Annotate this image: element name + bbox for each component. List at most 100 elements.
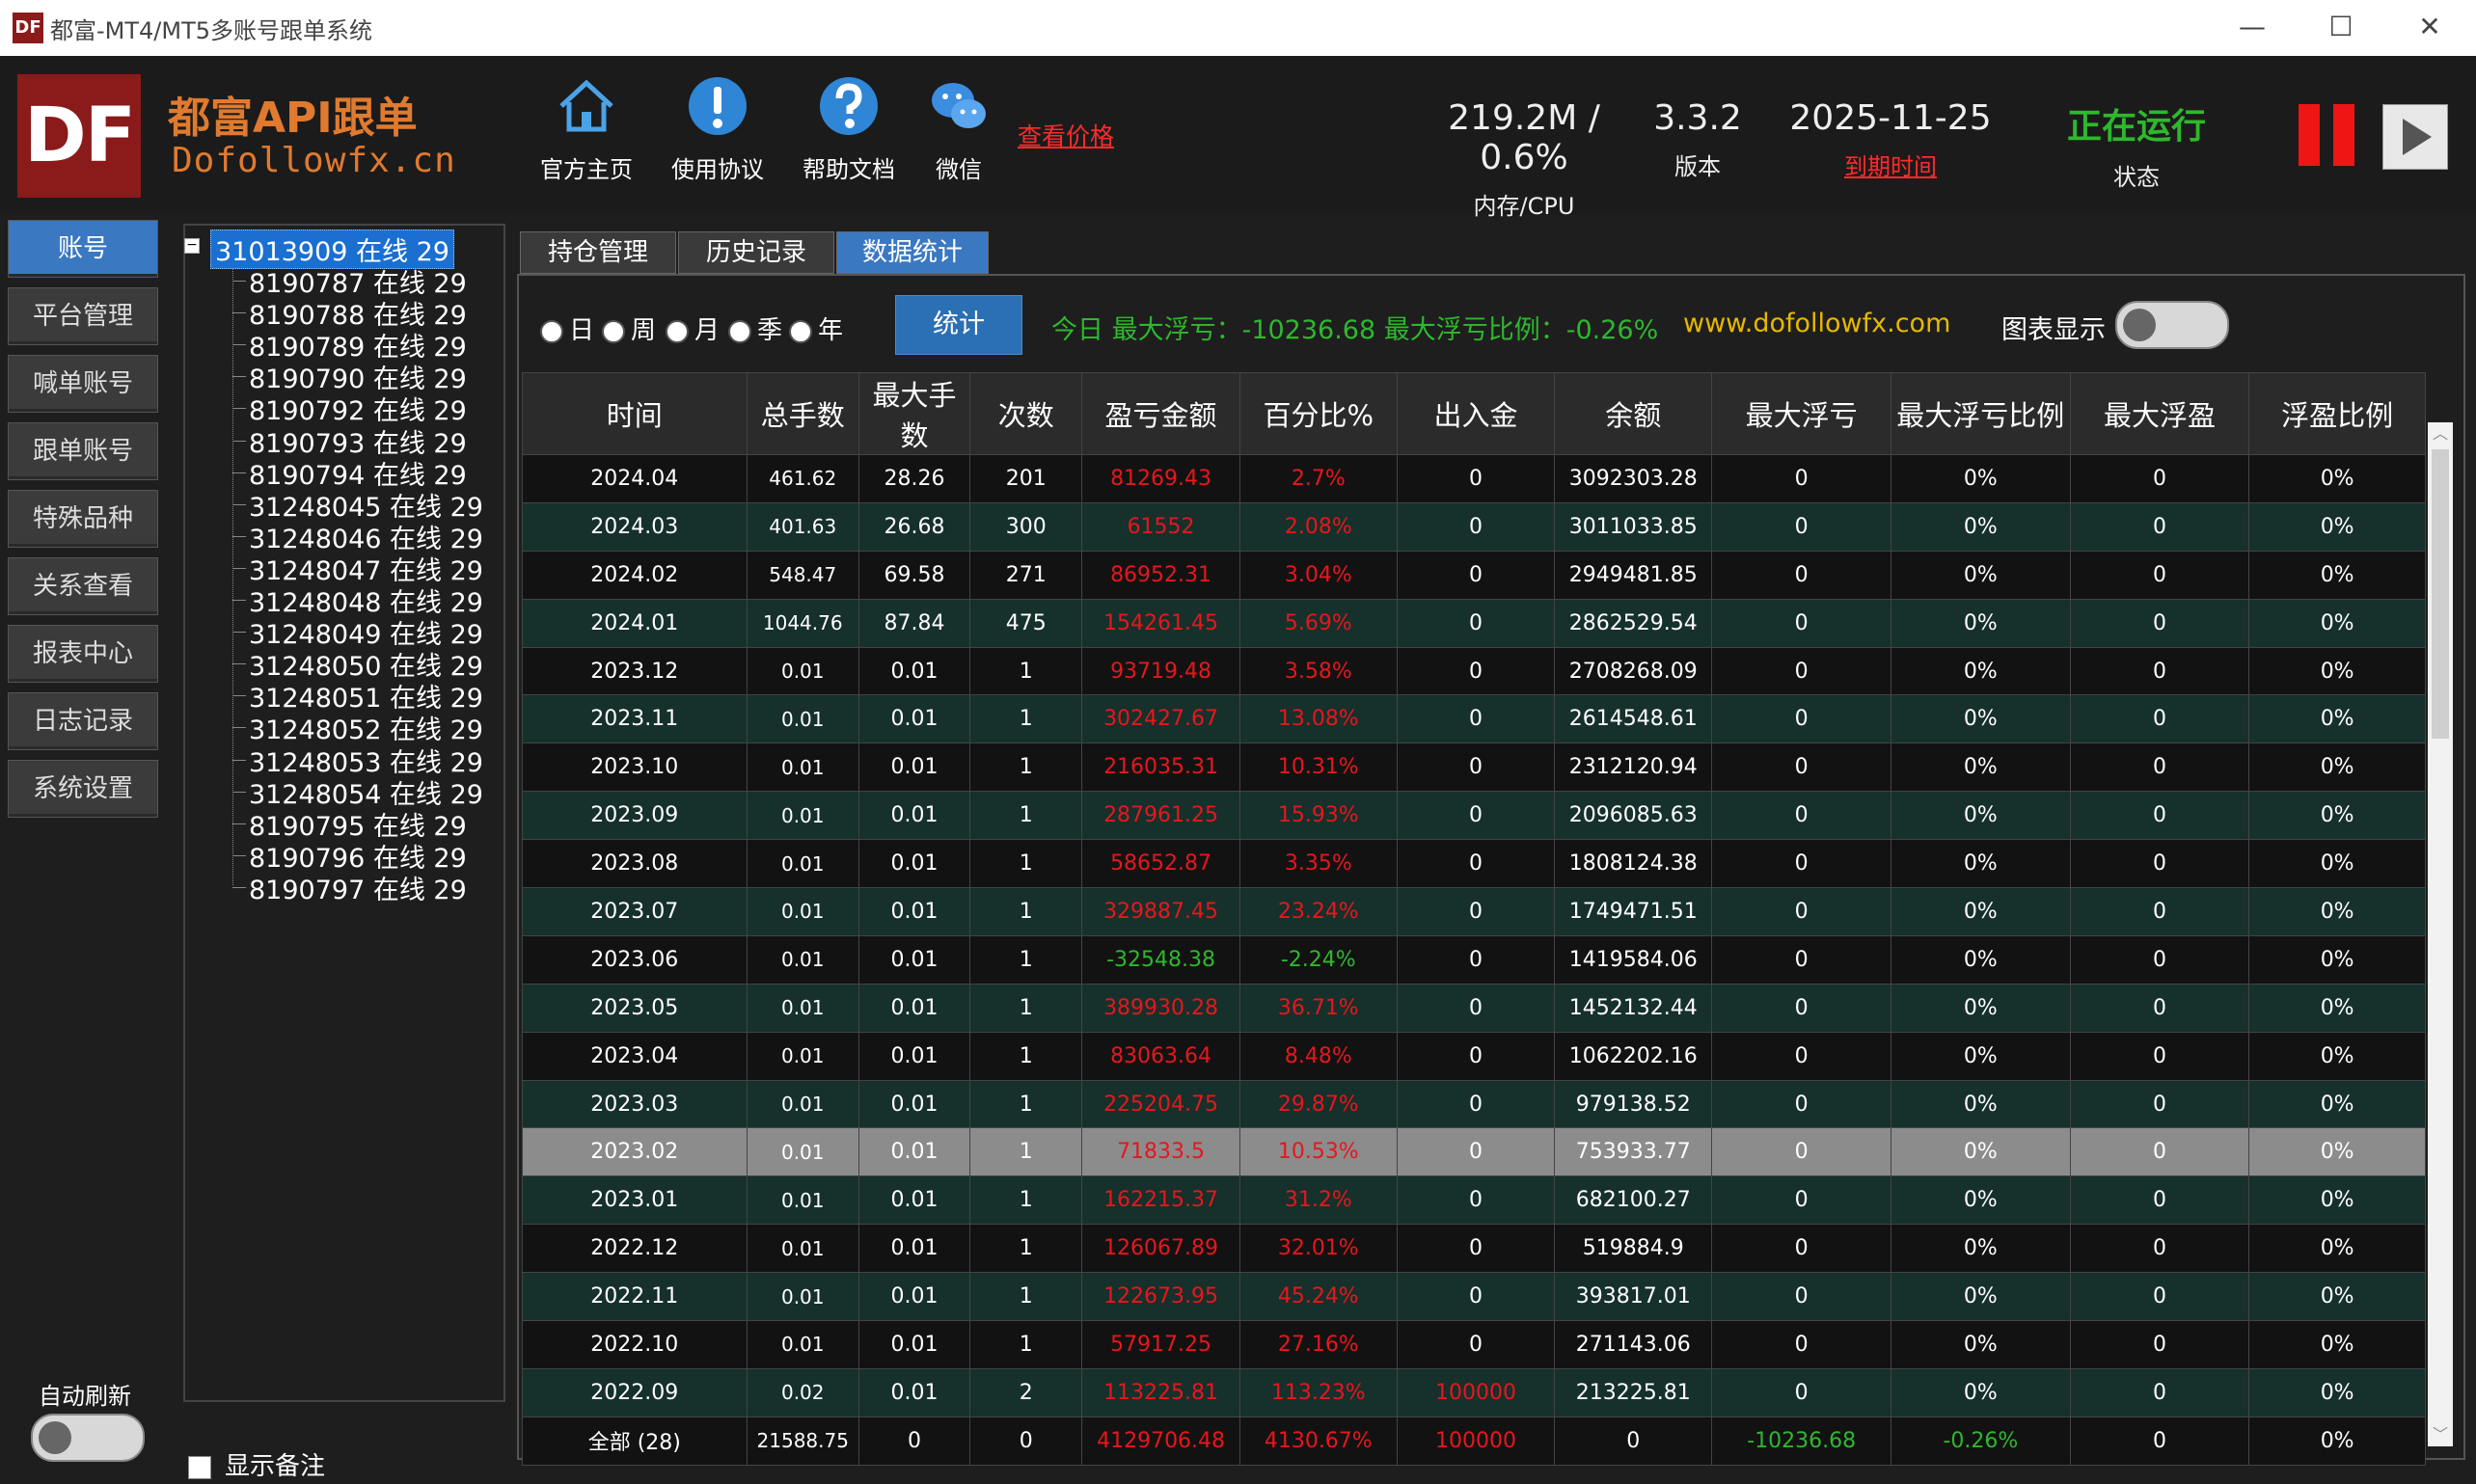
chart-display-label: 图表显示 (2001, 315, 2106, 345)
cell-profit: 329887.45 (1081, 887, 1240, 936)
minimize-button[interactable]: — (2228, 8, 2276, 46)
table-row[interactable]: 2022.10 0.01 0.01 1 57917.25 27.16% 0 271143.06… (522, 1320, 2426, 1369)
table-row[interactable]: 2024.01 1044.76 87.84 475 154261.45 5.69% 0 286… (522, 598, 2426, 648)
sidebar-item-logs[interactable]: 日志记录 (8, 692, 158, 750)
cell-time: 2023.09 (522, 791, 748, 841)
cell-total-lots: 0.01 (746, 742, 859, 793)
scroll-down-icon[interactable]: ﹀ (2428, 1423, 2453, 1446)
statistics-button[interactable]: 统计 (895, 295, 1022, 355)
cell-max-lots: 0.01 (857, 983, 971, 1033)
cell-percent: -2.24% (1238, 934, 1398, 985)
sidebar-item-settings[interactable]: 系统设置 (8, 760, 158, 818)
table-row[interactable]: 2023.03 0.01 0.01 1 225204.75 29.87% 0 979138.5… (522, 1079, 2426, 1129)
table-row[interactable]: 全部 (28) 21588.75 0 0 4129706.48 4130.67% 10000… (522, 1416, 2426, 1466)
cell-max-float-loss-ratio: 0% (1890, 1127, 2071, 1177)
cell-percent: 2.7% (1238, 454, 1398, 503)
column-header-deposit[interactable]: 出入金 (1396, 372, 1556, 455)
scrollbar-thumb[interactable] (2432, 449, 2449, 739)
column-header-balance[interactable]: 余额 (1554, 372, 1713, 455)
column-header-profit[interactable]: 盈亏金额 (1081, 372, 1240, 455)
expire-label[interactable]: 到期时间 (1775, 148, 2006, 181)
period-radio-week[interactable]: 周 (602, 310, 656, 346)
sidebar-item-special-symbols[interactable]: 特殊品种 (8, 490, 158, 548)
table-row[interactable]: 2024.04 461.62 28.26 201 81269.43 2.7% 0 309230… (522, 454, 2426, 503)
home-button[interactable]: 官方主页 (529, 75, 644, 184)
table-row[interactable]: 2023.09 0.01 0.01 1 287961.25 15.93% 0 2096085.… (522, 791, 2426, 841)
cell-max-float-loss: 0 (1711, 1367, 1891, 1417)
table-row[interactable]: 2023.05 0.01 0.01 1 389930.28 36.71% 0 1452132.… (522, 983, 2426, 1033)
cell-profit: 86952.31 (1081, 550, 1240, 600)
column-header-float-profit-ratio[interactable]: 浮盈比例 (2248, 372, 2426, 455)
cell-max-float-loss: 0 (1711, 983, 1891, 1033)
cell-max-float-profit: 0 (2069, 598, 2250, 648)
cell-float-profit-ratio: 0% (2248, 1031, 2426, 1081)
cell-profit: 83063.64 (1081, 1031, 1240, 1081)
cell-balance: 1452132.44 (1554, 983, 1713, 1033)
chart-display-toggle[interactable] (2115, 301, 2229, 349)
column-header-max-lots[interactable]: 最大手数 (857, 372, 971, 455)
cell-profit: 162215.37 (1081, 1175, 1240, 1226)
column-header-max-float-loss[interactable]: 最大浮亏 (1711, 372, 1891, 455)
table-row[interactable]: 2023.11 0.01 0.01 1 302427.67 13.08% 0 2614548.… (522, 694, 2426, 744)
column-header-time[interactable]: 时间 (522, 372, 748, 455)
column-header-max-float-loss-ratio[interactable]: 最大浮亏比例 (1890, 372, 2071, 455)
table-row[interactable]: 2022.12 0.01 0.01 1 126067.89 32.01% 0 519884.9… (522, 1224, 2426, 1274)
table-row[interactable]: 2023.04 0.01 0.01 1 83063.64 8.48% 0 1062202.16… (522, 1031, 2426, 1081)
sidebar-item-account[interactable]: 账号 (8, 220, 158, 278)
period-radio-quarter[interactable]: 季 (728, 310, 782, 346)
sidebar-item-follower-accounts[interactable]: 跟单账号 (8, 422, 158, 480)
maximize-button[interactable]: ☐ (2317, 8, 2365, 46)
sidebar-item-reports[interactable]: 报表中心 (8, 625, 158, 683)
cell-max-lots: 0.01 (857, 1031, 971, 1081)
close-button[interactable]: ✕ (2406, 8, 2454, 46)
period-radio-month[interactable]: 月 (666, 310, 720, 346)
show-remark-checkbox[interactable]: 显示备注 (188, 1446, 325, 1482)
view-price-link[interactable]: 查看价格 (1018, 118, 1114, 152)
table-row[interactable]: 2022.09 0.02 0.01 2 113225.81 113.23% 100000 21… (522, 1367, 2426, 1417)
period-radio-day[interactable]: 日 (540, 310, 594, 346)
auto-refresh-toggle[interactable] (31, 1414, 145, 1462)
table-row[interactable]: 2023.01 0.01 0.01 1 162215.37 31.2% 0 682100.27… (522, 1175, 2426, 1226)
cell-float-profit-ratio: 0% (2248, 694, 2426, 744)
cell-time: 2022.10 (522, 1320, 748, 1369)
table-row[interactable]: 2023.12 0.01 0.01 1 93719.48 3.58% 0 2708268.09… (522, 646, 2426, 696)
table-row[interactable]: 2023.06 0.01 0.01 1 -32548.38 -2.24% 0 1419584.… (522, 934, 2426, 985)
sidebar-item-relations[interactable]: 关系查看 (8, 557, 158, 615)
table-scrollbar[interactable]: ︿ ﹀ (2428, 422, 2453, 1446)
sidebar-item-signal-accounts[interactable]: 喊单账号 (8, 355, 158, 413)
site-url[interactable]: www.dofollowfx.com (1683, 309, 1950, 338)
cell-max-float-loss-ratio: 0% (1890, 1272, 2071, 1322)
table-row[interactable]: 2023.08 0.01 0.01 1 58652.87 3.35% 0 1808124.38… (522, 839, 2426, 889)
column-header-total-lots[interactable]: 总手数 (746, 372, 859, 455)
table-row[interactable]: 2024.02 548.47 69.58 271 86952.31 3.04% 0 29494… (522, 550, 2426, 600)
table-row[interactable]: 2024.03 401.63 26.68 300 61552 2.08% 0 3011033.… (522, 501, 2426, 552)
play-button[interactable] (2382, 104, 2448, 170)
table-row[interactable]: 2023.07 0.01 0.01 1 329887.45 23.24% 0 1749471.… (522, 887, 2426, 936)
period-radio-year[interactable]: 年 (789, 310, 843, 346)
table-row[interactable]: 2022.11 0.01 0.01 1 122673.95 45.24% 0 393817.0… (522, 1272, 2426, 1322)
column-header-percent[interactable]: 百分比% (1238, 372, 1398, 455)
tab-statistics[interactable]: 数据统计 (836, 231, 989, 274)
tree-item-account[interactable]: 8190797 在线 29 (249, 869, 467, 906)
pause-button[interactable] (2299, 104, 2356, 166)
sidebar-item-platform[interactable]: 平台管理 (8, 287, 158, 345)
agreement-button[interactable]: 使用协议 (660, 75, 775, 184)
column-header-count[interactable]: 次数 (969, 372, 1083, 455)
cell-count: 1 (969, 1031, 1083, 1081)
table-row[interactable]: 2023.10 0.01 0.01 1 216035.31 10.31% 0 2312120.… (522, 742, 2426, 793)
cell-max-float-loss-ratio: 0% (1890, 694, 2071, 744)
cell-profit: 389930.28 (1081, 983, 1240, 1033)
cell-balance: 3011033.85 (1554, 501, 1713, 552)
tree-collapse-icon[interactable]: − (184, 238, 200, 254)
tab-positions[interactable]: 持仓管理 (520, 231, 676, 274)
column-header-max-float-profit[interactable]: 最大浮盈 (2069, 372, 2250, 455)
tab-history[interactable]: 历史记录 (678, 231, 834, 274)
cell-max-float-loss-ratio: 0% (1890, 1079, 2071, 1129)
scroll-up-icon[interactable]: ︿ (2428, 422, 2453, 445)
table-row[interactable]: 2023.02 0.01 0.01 1 71833.5 10.53% 0 753933.77 0… (522, 1127, 2426, 1177)
help-button[interactable]: 帮助文档 (791, 75, 907, 184)
wechat-button[interactable]: 微信 (901, 75, 1017, 184)
cell-profit: 302427.67 (1081, 694, 1240, 744)
expire-stat: 2025-11-25 到期时间 (1775, 98, 2006, 181)
radio-icon (728, 319, 751, 343)
